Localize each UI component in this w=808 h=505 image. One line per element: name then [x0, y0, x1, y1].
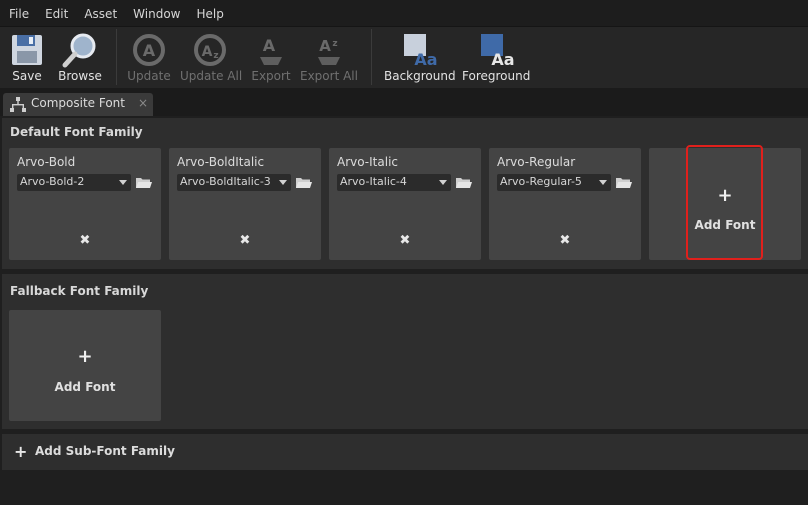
chevron-down-icon	[439, 180, 447, 185]
add-font-label: Add Font	[694, 218, 756, 232]
font-name: Arvo-Bold	[17, 155, 76, 169]
foreground-button[interactable]: Aa Foreground	[462, 27, 530, 87]
svg-text:A: A	[143, 41, 156, 60]
font-card: Arvo-Regular Arvo-Regular-5 ✖	[489, 148, 641, 260]
tab-composite-font[interactable]: Composite Font ×	[3, 93, 153, 116]
update-all-label: Update All	[180, 69, 243, 83]
tab-close-button[interactable]: ×	[138, 96, 148, 110]
svg-text:A: A	[319, 37, 331, 55]
background-label: Background	[384, 69, 456, 83]
save-icon	[12, 35, 42, 65]
svg-text:Aa: Aa	[491, 50, 514, 69]
foreground-color-icon: Aa	[481, 34, 515, 69]
font-card: Arvo-Italic Arvo-Italic-4 ✖	[329, 148, 481, 260]
folder-icon[interactable]	[136, 176, 152, 189]
remove-font-button[interactable]: ✖	[237, 233, 253, 249]
svg-text:A: A	[202, 44, 213, 60]
magnifier-icon	[62, 33, 96, 68]
font-asset-value: Arvo-Regular-5	[500, 175, 582, 188]
default-font-family-title: Default Font Family	[10, 125, 143, 139]
font-name: Arvo-Regular	[497, 155, 576, 169]
hierarchy-icon	[10, 97, 26, 112]
fallback-font-family-title: Fallback Font Family	[10, 284, 149, 298]
save-button[interactable]: Save	[6, 27, 48, 87]
menu-file[interactable]: File	[0, 0, 37, 26]
menu-help[interactable]: Help	[188, 0, 231, 26]
menu-asset[interactable]: Asset	[76, 0, 125, 26]
foreground-label: Foreground	[462, 69, 531, 83]
export-button[interactable]: A Export	[250, 27, 292, 87]
browse-button[interactable]: Browse	[56, 27, 104, 87]
export-all-button[interactable]: A z Export All	[300, 27, 358, 87]
reimport-all-icon: A z	[194, 34, 226, 66]
chevron-down-icon	[599, 180, 607, 185]
save-label: Save	[12, 69, 42, 83]
background-color-icon: Aa	[404, 34, 438, 69]
font-name: Arvo-Italic	[337, 155, 399, 169]
add-sub-font-family-label: Add Sub-Font Family	[35, 444, 175, 458]
toolbar-separator	[116, 29, 117, 85]
plus-icon: +	[717, 185, 733, 206]
folder-icon[interactable]	[616, 176, 632, 189]
font-asset-dropdown[interactable]: Arvo-Italic-4	[337, 174, 451, 191]
add-sub-font-family-button[interactable]: + Add Sub-Font Family	[2, 434, 808, 470]
update-all-button[interactable]: A z Update All	[180, 27, 243, 87]
tab-label: Composite Font	[31, 96, 125, 110]
update-label: Update	[127, 69, 171, 83]
export-all-icon: A z	[318, 37, 340, 65]
plus-icon: +	[77, 346, 93, 367]
font-card: Arvo-Bold Arvo-Bold-2 ✖	[9, 148, 161, 260]
chevron-down-icon	[279, 180, 287, 185]
font-card: Arvo-BoldItalic Arvo-BoldItalic-3 ✖	[169, 148, 321, 260]
folder-icon[interactable]	[296, 176, 312, 189]
svg-text:z: z	[213, 51, 218, 61]
font-name: Arvo-BoldItalic	[177, 155, 265, 169]
remove-font-button[interactable]: ✖	[77, 233, 93, 249]
remove-font-button[interactable]: ✖	[397, 233, 413, 249]
font-asset-value: Arvo-Bold-2	[20, 175, 85, 188]
add-font-button[interactable]: + Add Font	[649, 148, 801, 260]
folder-icon[interactable]	[456, 176, 472, 189]
export-label: Export	[251, 69, 291, 83]
svg-text:z: z	[332, 39, 337, 49]
update-button[interactable]: A Update	[126, 27, 172, 87]
add-font-label: Add Font	[54, 380, 116, 394]
menu-window[interactable]: Window	[125, 0, 188, 26]
background-button[interactable]: Aa Background	[384, 27, 456, 87]
font-asset-value: Arvo-BoldItalic-3	[180, 175, 271, 188]
browse-label: Browse	[58, 69, 102, 83]
tab-strip: Composite Font ×	[0, 88, 808, 116]
reimport-icon: A	[133, 34, 165, 66]
remove-font-button[interactable]: ✖	[557, 233, 573, 249]
toolbar: Save Browse A Update A z Update All A Ex…	[0, 26, 808, 88]
chevron-down-icon	[119, 180, 127, 185]
toolbar-separator	[371, 29, 372, 85]
svg-text:A: A	[263, 36, 276, 55]
font-asset-dropdown[interactable]: Arvo-Regular-5	[497, 174, 611, 191]
plus-icon: +	[14, 442, 28, 461]
menu-bar: File Edit Asset Window Help	[0, 0, 808, 26]
font-asset-dropdown[interactable]: Arvo-BoldItalic-3	[177, 174, 291, 191]
menu-edit[interactable]: Edit	[37, 0, 76, 26]
add-fallback-font-button[interactable]: + Add Font	[9, 310, 161, 421]
font-asset-value: Arvo-Italic-4	[340, 175, 407, 188]
svg-text:Aa: Aa	[414, 50, 437, 69]
export-icon: A	[260, 36, 282, 65]
font-asset-dropdown[interactable]: Arvo-Bold-2	[17, 174, 131, 191]
export-all-label: Export All	[300, 69, 358, 83]
